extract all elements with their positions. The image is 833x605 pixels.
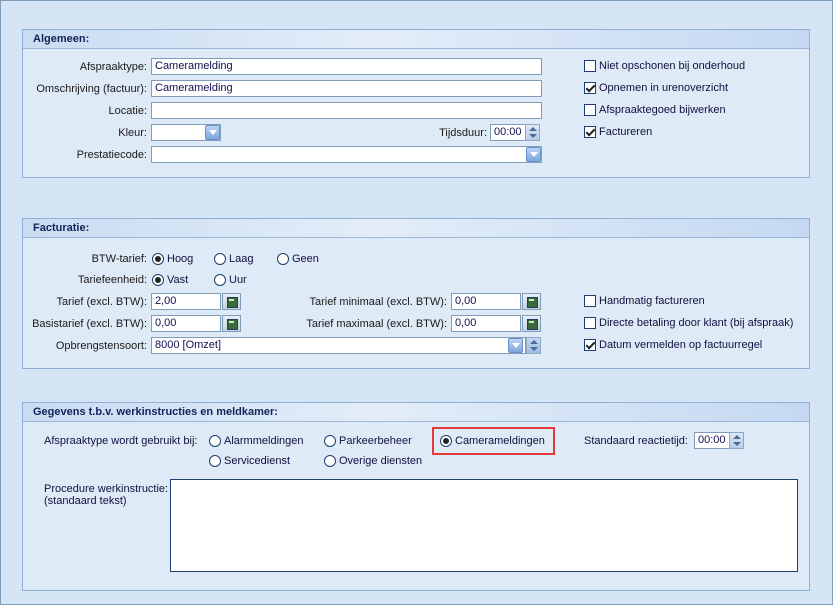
factureren-checkbox[interactable] — [584, 126, 596, 138]
group-title-algemeen: Algemeen: — [23, 30, 809, 49]
alarmmeldingen-label: Alarmmeldingen — [224, 435, 304, 447]
btw-geen-radio[interactable] — [277, 253, 289, 265]
servicedienst-label: Servicedienst — [224, 455, 291, 467]
basistarief-input[interactable]: 0,00 — [151, 315, 221, 332]
tariefeenheid-uur-label: Uur — [229, 274, 247, 286]
tariefeenheid-vast-label: Vast — [167, 274, 189, 286]
reactietijd-label: Standaard reactietijd: — [584, 435, 688, 447]
parkeerbeheer-label: Parkeerbeheer — [339, 435, 412, 447]
camerameldingen-label: Camerameldingen — [455, 435, 545, 447]
calculator-icon[interactable] — [222, 293, 241, 310]
btw-geen-label: Geen — [292, 253, 319, 265]
tijdsduur-label: Tijdsduur: — [439, 127, 487, 139]
tarief-maximaal-input[interactable]: 0,00 — [451, 315, 521, 332]
chevron-down-icon[interactable] — [526, 147, 541, 162]
afspraaktegoed-checkbox[interactable] — [584, 104, 596, 116]
calculator-icon[interactable] — [522, 315, 541, 332]
tariefeenheid-label: Tariefeenheid: — [77, 274, 147, 286]
niet-opschonen-checkbox[interactable] — [584, 60, 596, 72]
handmatig-factureren-checkbox[interactable] — [584, 295, 596, 307]
overige-diensten-radio[interactable] — [324, 455, 336, 467]
tarief-label: Tarief (excl. BTW): — [56, 296, 147, 308]
chevron-down-icon[interactable] — [508, 338, 523, 353]
tarief-input[interactable]: 2,00 — [151, 293, 221, 310]
opnemen-urenoverzicht-label: Opnemen in urenoverzicht — [599, 82, 729, 94]
group-title-werkinstructies: Gegevens t.b.v. werkinstructies en meldk… — [23, 403, 809, 422]
tarief-minimaal-label: Tarief minimaal (excl. BTW): — [309, 296, 447, 308]
afspraaktype-label: Afspraaktype: — [79, 61, 147, 73]
datum-vermelden-checkbox[interactable] — [584, 339, 596, 351]
opbrengstensoort-dropdown[interactable]: 8000 [Omzet] — [151, 337, 526, 354]
afspraaktegoed-label: Afspraaktegoed bijwerken — [599, 104, 726, 116]
tarief-maximaal-label: Tarief maximaal (excl. BTW): — [306, 318, 447, 330]
btw-laag-label: Laag — [229, 253, 254, 265]
chevron-down-icon[interactable] — [205, 125, 220, 140]
procedure-sublabel: (standaard tekst) — [44, 495, 127, 507]
btw-tarief-label: BTW-tarief: — [91, 253, 147, 265]
camerameldingen-radio[interactable] — [440, 435, 452, 447]
tijdsduur-input[interactable]: 00:00 — [490, 124, 526, 141]
lookup-button[interactable] — [526, 337, 541, 354]
omschrijving-label: Omschrijving (factuur): — [36, 83, 147, 95]
gebruikt-bij-label: Afspraaktype wordt gebruikt bij: — [44, 435, 198, 447]
reactietijd-input[interactable]: 00:00 — [694, 432, 730, 449]
opnemen-urenoverzicht-checkbox[interactable] — [584, 82, 596, 94]
btw-hoog-radio[interactable] — [152, 253, 164, 265]
locatie-input[interactable] — [151, 102, 542, 119]
directe-betaling-label: Directe betaling door klant (bij afspraa… — [599, 317, 794, 329]
prestatiecode-label: Prestatiecode: — [76, 149, 147, 161]
btw-laag-radio[interactable] — [214, 253, 226, 265]
kleur-label: Kleur: — [118, 127, 147, 139]
omschrijving-input[interactable]: Cameramelding — [151, 80, 542, 97]
opbrengstensoort-label: Opbrengstensoort: — [55, 340, 147, 352]
niet-opschonen-label: Niet opschonen bij onderhoud — [599, 60, 746, 72]
handmatig-factureren-label: Handmatig factureren — [599, 295, 705, 307]
basistarief-label: Basistarief (excl. BTW): — [32, 318, 147, 330]
locatie-label: Locatie: — [108, 105, 147, 117]
procedure-textarea[interactable] — [170, 479, 798, 572]
group-title-facturatie: Facturatie: — [23, 219, 809, 238]
servicedienst-radio[interactable] — [209, 455, 221, 467]
prestatiecode-dropdown[interactable] — [151, 146, 542, 163]
alarmmeldingen-radio[interactable] — [209, 435, 221, 447]
parkeerbeheer-radio[interactable] — [324, 435, 336, 447]
procedure-label: Procedure werkinstructie: — [44, 483, 169, 495]
tarief-minimaal-input[interactable]: 0,00 — [451, 293, 521, 310]
afspraaktype-input[interactable]: Camerameldi​ng — [151, 58, 542, 75]
directe-betaling-checkbox[interactable] — [584, 317, 596, 329]
factureren-label: Factureren — [599, 126, 653, 138]
tariefeenheid-vast-radio[interactable] — [152, 274, 164, 286]
calculator-icon[interactable] — [522, 293, 541, 310]
reactietijd-spinner[interactable] — [729, 432, 744, 449]
calculator-icon[interactable] — [222, 315, 241, 332]
overige-diensten-label: Overige diensten — [339, 455, 423, 467]
tariefeenheid-uur-radio[interactable] — [214, 274, 226, 286]
btw-hoog-label: Hoog — [167, 253, 194, 265]
datum-vermelden-label: Datum vermelden op factuurregel — [599, 339, 763, 351]
tijdsduur-spinner[interactable] — [525, 124, 540, 141]
